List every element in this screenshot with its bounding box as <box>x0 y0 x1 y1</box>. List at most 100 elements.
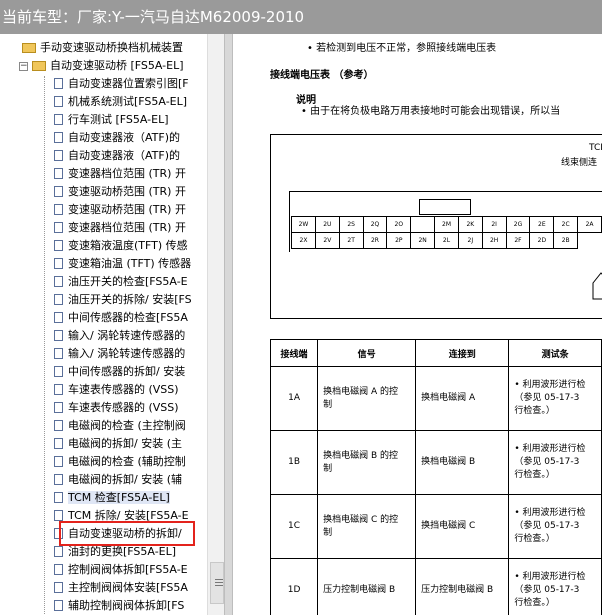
tree-item[interactable]: 电磁阀的检查 (辅助控制 <box>54 453 186 471</box>
tree-item[interactable]: 变速器档位范围 (TR) 开 <box>54 219 186 237</box>
tree-item[interactable]: 输入/ 涡轮转速传感器的 <box>54 345 185 363</box>
tree-item[interactable]: 车速表传感器的 (VSS) <box>54 381 179 399</box>
tree-item[interactable]: 输入/ 涡轮转速传感器的 <box>54 327 185 345</box>
pin-cell: 2L <box>434 232 459 249</box>
tree-item-selected[interactable]: TCM 检查[FS5A-EL] <box>54 489 170 507</box>
tree-item-label: 油封的更换[FS5A-EL] <box>68 545 177 558</box>
tree-item[interactable]: 变速器档位范围 (TR) 开 <box>54 165 186 183</box>
tree-item[interactable]: 中间传感器的检查[FS5A <box>54 309 188 327</box>
scrollbar-thumb[interactable] <box>210 562 224 604</box>
tree-item[interactable]: 油压开关的拆除/ 安装[FS <box>54 291 192 309</box>
current-vehicle-title: 当前车型：厂家:Y-一汽马自达M62009-2010 <box>2 8 305 26</box>
tree-item[interactable]: 自动变速器位置索引图[F <box>54 75 189 93</box>
pin-cell: 2N <box>410 232 436 249</box>
page-icon <box>54 383 63 395</box>
document-pane: • 若检测到电压不正常，参照接线端电压表 接线端电压表 （参考） 说明 • 由于… <box>233 34 602 615</box>
cell-terminal: 1A <box>269 366 319 431</box>
tree-item-label: 自动变速器液（ATF)的 <box>68 149 181 162</box>
tree-item-label: 电磁阀的检查 (主控制阀 <box>68 419 186 432</box>
tree-item-label: 油压开关的检查[FS5A-E <box>68 275 188 288</box>
cell-connect: 换档电磁阀 B <box>415 430 510 495</box>
tree-item[interactable]: 变速驱动桥范围 (TR) 开 <box>54 201 186 219</box>
tree-item[interactable]: 电磁阀的拆卸/ 安装 (辅 <box>54 471 182 489</box>
page-icon <box>54 113 63 125</box>
page-icon <box>54 563 63 575</box>
table-row: 1D 压力控制电磁阀 B 压力控制电磁阀 B • 利用波形进行检 （参见 05-17-3… <box>269 558 602 615</box>
pin-cell: 2F <box>505 232 531 249</box>
pane-splitter[interactable] <box>224 34 233 615</box>
tree-item-label: 中间传感器的拆卸/ 安装 <box>68 365 186 378</box>
page-icon <box>54 419 63 431</box>
tree-item[interactable]: 自动变速器液（ATF)的 <box>54 147 180 165</box>
page-icon <box>54 437 63 449</box>
cell-connect: 换挡电磁阀 C <box>415 494 510 559</box>
folder-icon <box>22 43 36 53</box>
tree-item[interactable]: 油压开关的检查[FS5A-E <box>54 273 188 291</box>
pin-cell: 2K <box>457 216 483 233</box>
terminal-voltage-table: 接线端 信号 连接到 测试条 1A 换档电磁阀 A 的控制换档电磁阀 A • 利用波… <box>269 339 602 615</box>
tree-item[interactable]: 车速表传感器的 (VSS) <box>54 399 179 417</box>
page-icon <box>54 365 63 377</box>
tree-item-label: 电磁阀的检查 (辅助控制 <box>68 455 186 468</box>
highlight-box <box>59 521 195 546</box>
page-icon <box>54 347 63 359</box>
page-icon <box>54 221 63 233</box>
tree-scrollbar[interactable] <box>207 34 225 615</box>
tree-item[interactable]: 变速箱液温度(TFT) 传感 <box>54 237 188 255</box>
tree-item[interactable]: 变速驱动桥范围 (TR) 开 <box>54 183 186 201</box>
tree-item[interactable]: 电磁阀的拆卸/ 安装 (主 <box>54 435 182 453</box>
tree-item-label: 输入/ 涡轮转速传感器的 <box>68 329 186 342</box>
tree-folder-automatic-transaxle[interactable]: − 自动变速驱动桥 [FS5A-EL] <box>19 57 184 75</box>
tree-item[interactable]: 自动变速器液（ATF)的 <box>54 129 180 147</box>
tree-item-label: 电磁阀的拆卸/ 安装 (主 <box>68 437 182 450</box>
tree-item[interactable]: 主控制阀阀体安装[FS5A <box>54 579 188 597</box>
pin-cell: 2B <box>553 232 579 249</box>
page-icon <box>54 203 63 215</box>
tree-item-label: 变速器档位范围 (TR) 开 <box>68 221 186 234</box>
page-icon <box>54 311 63 323</box>
page-icon <box>54 293 63 305</box>
cell-connect: 换档电磁阀 A <box>415 366 510 431</box>
table-row: 1B 换档电磁阀 B 的控制换档电磁阀 B • 利用波形进行检 （参见 05-17-3… <box>269 430 602 495</box>
cell-test: • 利用波形进行检 （参见 05-17-3 行检查。） <box>508 430 602 495</box>
pin-cell: 2W <box>291 216 316 233</box>
page-icon <box>54 545 63 557</box>
tree-item[interactable]: 辅助控制阀阀体拆卸[FS <box>54 597 184 615</box>
pin-cell: 2M <box>434 216 459 233</box>
pin-cell: 2O <box>386 216 412 233</box>
cell-test: • 利用波形进行检 （参见 05-17-3 行检查。） <box>508 494 602 559</box>
tree-item[interactable]: 控制阀阀体拆卸[FS5A-E <box>54 561 188 579</box>
tree-item-label: 油压开关的拆除/ 安装[FS <box>68 293 192 306</box>
page-icon <box>54 581 63 593</box>
pin-cell: 2R <box>362 232 388 249</box>
page-icon <box>54 167 63 179</box>
tree-item[interactable]: 电磁阀的检查 (主控制阀 <box>54 417 186 435</box>
pin-cell: 2C <box>553 216 579 233</box>
pin-cell: 2H <box>481 232 507 249</box>
open-folder-icon <box>32 61 46 71</box>
tree-item-label: 中间传感器的检查[FS5A <box>68 311 188 324</box>
page-icon <box>54 95 63 107</box>
tree-item[interactable]: 行车测试 [FS5A-EL] <box>54 111 169 129</box>
page-icon <box>54 599 63 611</box>
collapse-icon[interactable]: − <box>19 61 28 71</box>
tree-item[interactable]: 变速箱油温 (TFT) 传感器 <box>54 255 191 273</box>
page-icon <box>54 257 63 269</box>
tree-item[interactable]: 机械系统测试[FS5A-EL] <box>54 93 187 111</box>
section-heading: 接线端电压表 （参考） <box>270 70 374 81</box>
pin-cell: 2G <box>505 216 531 233</box>
tree-item-label: 控制阀阀体拆卸[FS5A-E <box>68 563 188 576</box>
page-icon <box>54 185 63 197</box>
tree-item[interactable]: 中间传感器的拆卸/ 安装 <box>54 363 185 381</box>
tree-item-manual-shift[interactable]: 手动变速驱动桥换档机械装置 <box>22 39 183 57</box>
tree-item-label: 机械系统测试[FS5A-EL] <box>68 95 188 108</box>
navigation-tree[interactable]: 手动变速驱动桥换档机械装置 − 自动变速驱动桥 [FS5A-EL] 自动变速器位置… <box>0 34 207 615</box>
pin-cell: 2Q <box>362 216 388 233</box>
page-icon <box>54 275 63 287</box>
pin-cell: 2I <box>481 216 507 233</box>
tree-item-label: 自动变速器位置索引图[F <box>68 77 189 90</box>
page-icon <box>54 131 63 143</box>
tree-item-label: 变速驱动桥范围 (TR) 开 <box>68 203 186 216</box>
grip-line <box>215 585 223 586</box>
connector-diagram: TCM 线束侧连 2W2U2S2Q2O 2M2K2I2G2E2C2A 2X2V2T… <box>270 134 602 319</box>
